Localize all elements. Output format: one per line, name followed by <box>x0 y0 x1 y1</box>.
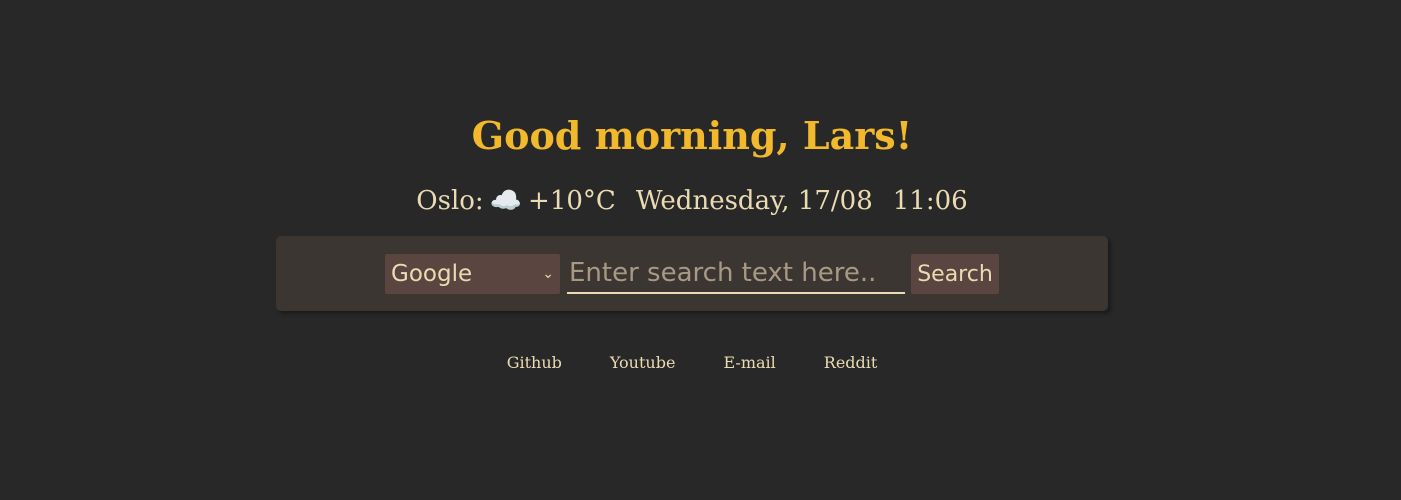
search-button[interactable]: Search <box>911 254 999 294</box>
link-email[interactable]: E-mail <box>723 353 775 372</box>
search-engine-selected: Google <box>391 261 473 287</box>
search-panel: Google ⌄ Search <box>276 236 1108 311</box>
info-row: Oslo: ☁️ +10°C Wednesday, 17/08 11:06 <box>0 182 1384 220</box>
cloud-icon: ☁️ <box>489 186 523 216</box>
search-input[interactable] <box>567 254 905 294</box>
link-reddit[interactable]: Reddit <box>824 353 878 372</box>
search-engine-select[interactable]: Google ⌄ <box>385 254 560 294</box>
chevron-down-icon: ⌄ <box>542 266 554 282</box>
link-github[interactable]: Github <box>507 353 562 372</box>
location-label: Oslo: <box>416 186 484 216</box>
greeting-heading: Good morning, Lars! <box>471 113 913 158</box>
time: 11:06 <box>892 186 968 216</box>
link-youtube[interactable]: Youtube <box>610 353 676 372</box>
temperature: +10°C <box>528 186 616 216</box>
date: Wednesday, 17/08 <box>635 186 873 216</box>
bookmark-links: Github Youtube E-mail Reddit <box>0 352 1384 374</box>
